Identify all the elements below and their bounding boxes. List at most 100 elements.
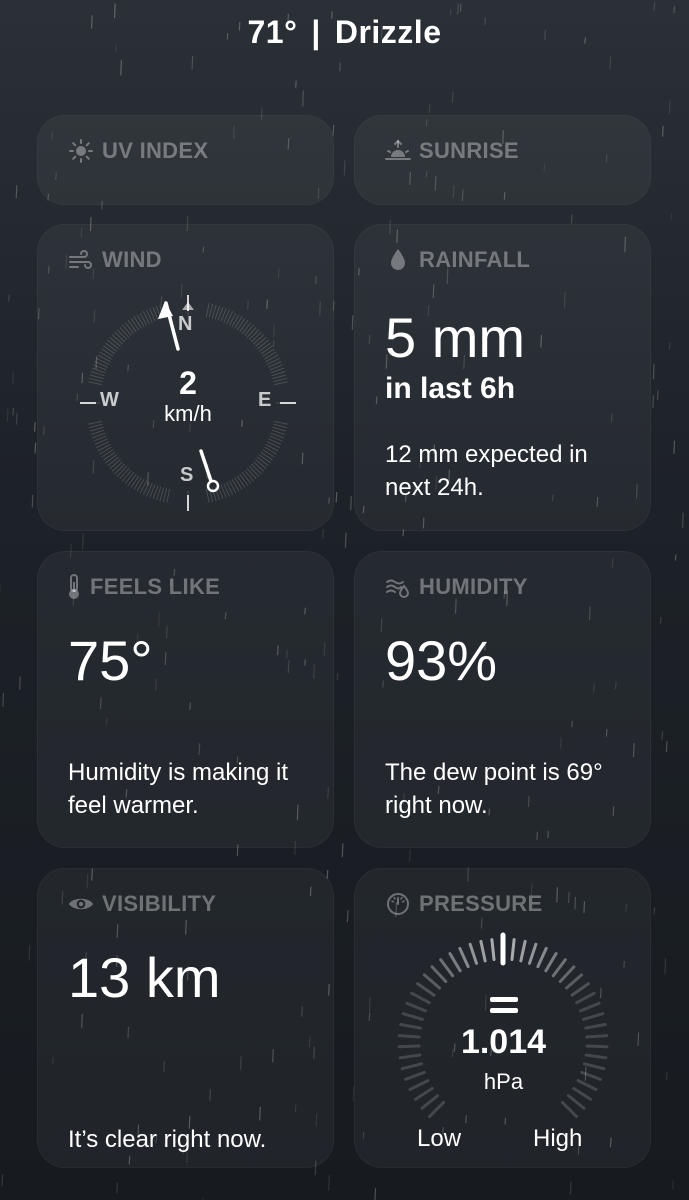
visibility-description: It’s clear right now. xyxy=(68,1126,267,1153)
rain-streak xyxy=(653,907,656,915)
rain-streak xyxy=(569,1181,572,1195)
pressure-high-label: High xyxy=(533,1125,583,1152)
rain-streak xyxy=(665,741,668,752)
thermometer-icon xyxy=(66,574,82,600)
pressure-tick xyxy=(575,991,596,1005)
wind-speed-unit: km/h xyxy=(164,401,212,426)
pressure-card[interactable]: PRESSURE 1.014 hPa Low High xyxy=(354,868,651,1168)
pressure-tick xyxy=(410,991,431,1005)
rain-streak xyxy=(2,693,5,707)
compass-south-label: S xyxy=(180,464,194,486)
rain-streak xyxy=(656,389,659,401)
wind-icon xyxy=(68,247,94,273)
rain-streak xyxy=(451,91,454,103)
humidity-icon xyxy=(385,574,411,600)
pressure-tick xyxy=(528,942,538,965)
visibility-label: VISIBILITY xyxy=(68,891,216,917)
humidity-card[interactable]: HUMIDITY 93% The dew point is 69° right … xyxy=(354,551,651,848)
visibility-value: 13 km xyxy=(68,946,221,1009)
compass-north-label: N xyxy=(178,313,193,335)
uv-index-card[interactable]: UV INDEX xyxy=(37,115,334,205)
rainfall-title: RAINFALL xyxy=(419,247,531,272)
sunrise-label: SUNRISE xyxy=(385,138,519,164)
wind-title: WIND xyxy=(102,247,162,272)
pressure-tick xyxy=(560,1100,579,1119)
rain-streak xyxy=(6,408,9,422)
rain-streak xyxy=(661,730,664,741)
rain-streak xyxy=(82,533,84,549)
eye-icon xyxy=(68,891,94,917)
pressure-tick xyxy=(536,946,548,969)
rain-streak xyxy=(343,160,346,176)
feels-like-description: Humidity is making it feel warmer. xyxy=(68,759,289,819)
rain-streak xyxy=(322,528,324,539)
rain-streak xyxy=(459,3,462,12)
current-conditions-header: 71° | Drizzle xyxy=(0,14,689,51)
header-separator: | xyxy=(311,14,321,50)
equals-icon xyxy=(490,997,518,1015)
wind-compass: N S W E 2 km/h xyxy=(78,293,298,513)
raindrop-icon xyxy=(385,247,411,273)
pressure-tick xyxy=(566,1094,586,1110)
humidity-title: HUMIDITY xyxy=(419,574,528,599)
rainfall-label: RAINFALL xyxy=(385,247,530,273)
rain-streak xyxy=(328,1175,330,1191)
pressure-tick xyxy=(544,952,558,973)
current-temperature: 71° xyxy=(247,14,298,50)
pressure-tick xyxy=(405,1001,427,1013)
feels-like-value: 75° xyxy=(68,629,153,692)
pressure-tick xyxy=(439,958,455,978)
pressure-tick xyxy=(427,1100,446,1119)
rain-streak xyxy=(609,56,612,70)
pressure-tick xyxy=(558,965,576,984)
feels-like-title: FEELS LIKE xyxy=(90,574,221,599)
rain-streak xyxy=(346,910,349,923)
rain-streak xyxy=(409,849,411,862)
rain-streak xyxy=(652,395,655,409)
rainfall-value: 5 mm xyxy=(385,306,525,369)
rainfall-card[interactable]: RAINFALL 5 mm in last 6h 12 mm expected … xyxy=(354,224,651,531)
pressure-value: 1.014 xyxy=(460,1023,547,1061)
pressure-tick xyxy=(400,1062,424,1071)
pressure-tick xyxy=(570,982,590,997)
rain-streak xyxy=(570,214,573,224)
pressure-tick xyxy=(468,942,478,965)
rain-streak xyxy=(15,185,18,199)
wind-card[interactable]: WIND N S W E 2 km/h xyxy=(37,224,334,531)
rain-streak xyxy=(659,617,662,624)
sunrise-card[interactable]: SUNRISE xyxy=(354,115,651,205)
rain-streak xyxy=(12,407,15,416)
rain-streak xyxy=(8,294,10,302)
pressure-tick xyxy=(416,982,436,997)
rain-streak xyxy=(351,315,354,330)
visibility-card[interactable]: VISIBILITY 13 km It’s clear right now. xyxy=(37,868,334,1168)
rain-streak xyxy=(668,99,671,114)
rain-streak xyxy=(674,554,677,561)
gauge-icon xyxy=(385,891,411,917)
feels-like-card[interactable]: FEELS LIKE 75° Humidity is making it fee… xyxy=(37,551,334,848)
rain-streak xyxy=(673,440,676,454)
pressure-tick xyxy=(490,938,496,961)
rain-streak xyxy=(332,124,335,136)
rain-streak xyxy=(661,125,664,137)
rain-streak xyxy=(335,491,338,503)
rain-streak xyxy=(191,55,194,70)
pressure-tick xyxy=(510,938,516,961)
rain-streak xyxy=(34,442,37,454)
rain-streak xyxy=(341,843,344,858)
rainfall-period: in last 6h xyxy=(385,372,516,405)
rain-streak xyxy=(336,672,339,681)
pressure-tick xyxy=(448,952,462,973)
rain-streak xyxy=(665,1072,668,1081)
rain-streak xyxy=(344,532,347,548)
rain-streak xyxy=(652,364,655,380)
rain-streak xyxy=(670,213,673,221)
pressure-tick xyxy=(582,1012,605,1021)
feels-like-label: FEELS LIKE xyxy=(66,574,220,600)
rain-streak xyxy=(15,412,18,425)
rain-streak xyxy=(339,62,341,72)
pressure-tick xyxy=(420,1094,440,1110)
rain-streak xyxy=(457,3,459,15)
pressure-unit: hPa xyxy=(483,1069,524,1094)
wind-label: WIND xyxy=(68,247,162,273)
